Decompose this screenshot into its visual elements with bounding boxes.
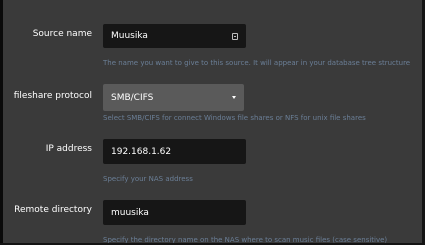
- fileshare-protocol-label: fileshare protocol: [13, 91, 92, 101]
- ip-address-hint: Specify your NAS address: [103, 175, 193, 183]
- source-name-label: Source name: [32, 29, 92, 39]
- fileshare-protocol-value: SMB/CIFS: [111, 92, 154, 103]
- nas-source-form: Source name Muusika The name you want to…: [0, 0, 425, 245]
- chevron-down-icon: [232, 96, 236, 99]
- source-name-value: Muusika: [111, 31, 148, 41]
- source-name-hint: The name you want to give to this source…: [103, 59, 411, 67]
- ip-address-label: IP address: [45, 144, 92, 154]
- remote-directory-label: Remote directory: [14, 205, 92, 215]
- left-border: [0, 0, 3, 245]
- ip-address-input[interactable]: 192.168.1.62: [103, 139, 246, 164]
- ip-address-value: 192.168.1.62: [111, 146, 172, 157]
- fileshare-protocol-hint: Select SMB/CIFS for connect Windows file…: [103, 114, 366, 122]
- remote-directory-value: muusika: [111, 207, 149, 218]
- fileshare-protocol-select[interactable]: SMB/CIFS: [103, 84, 244, 111]
- text-field-icon: [232, 33, 238, 40]
- remote-directory-input[interactable]: muusika: [103, 200, 246, 225]
- source-name-input[interactable]: Muusika: [103, 24, 246, 48]
